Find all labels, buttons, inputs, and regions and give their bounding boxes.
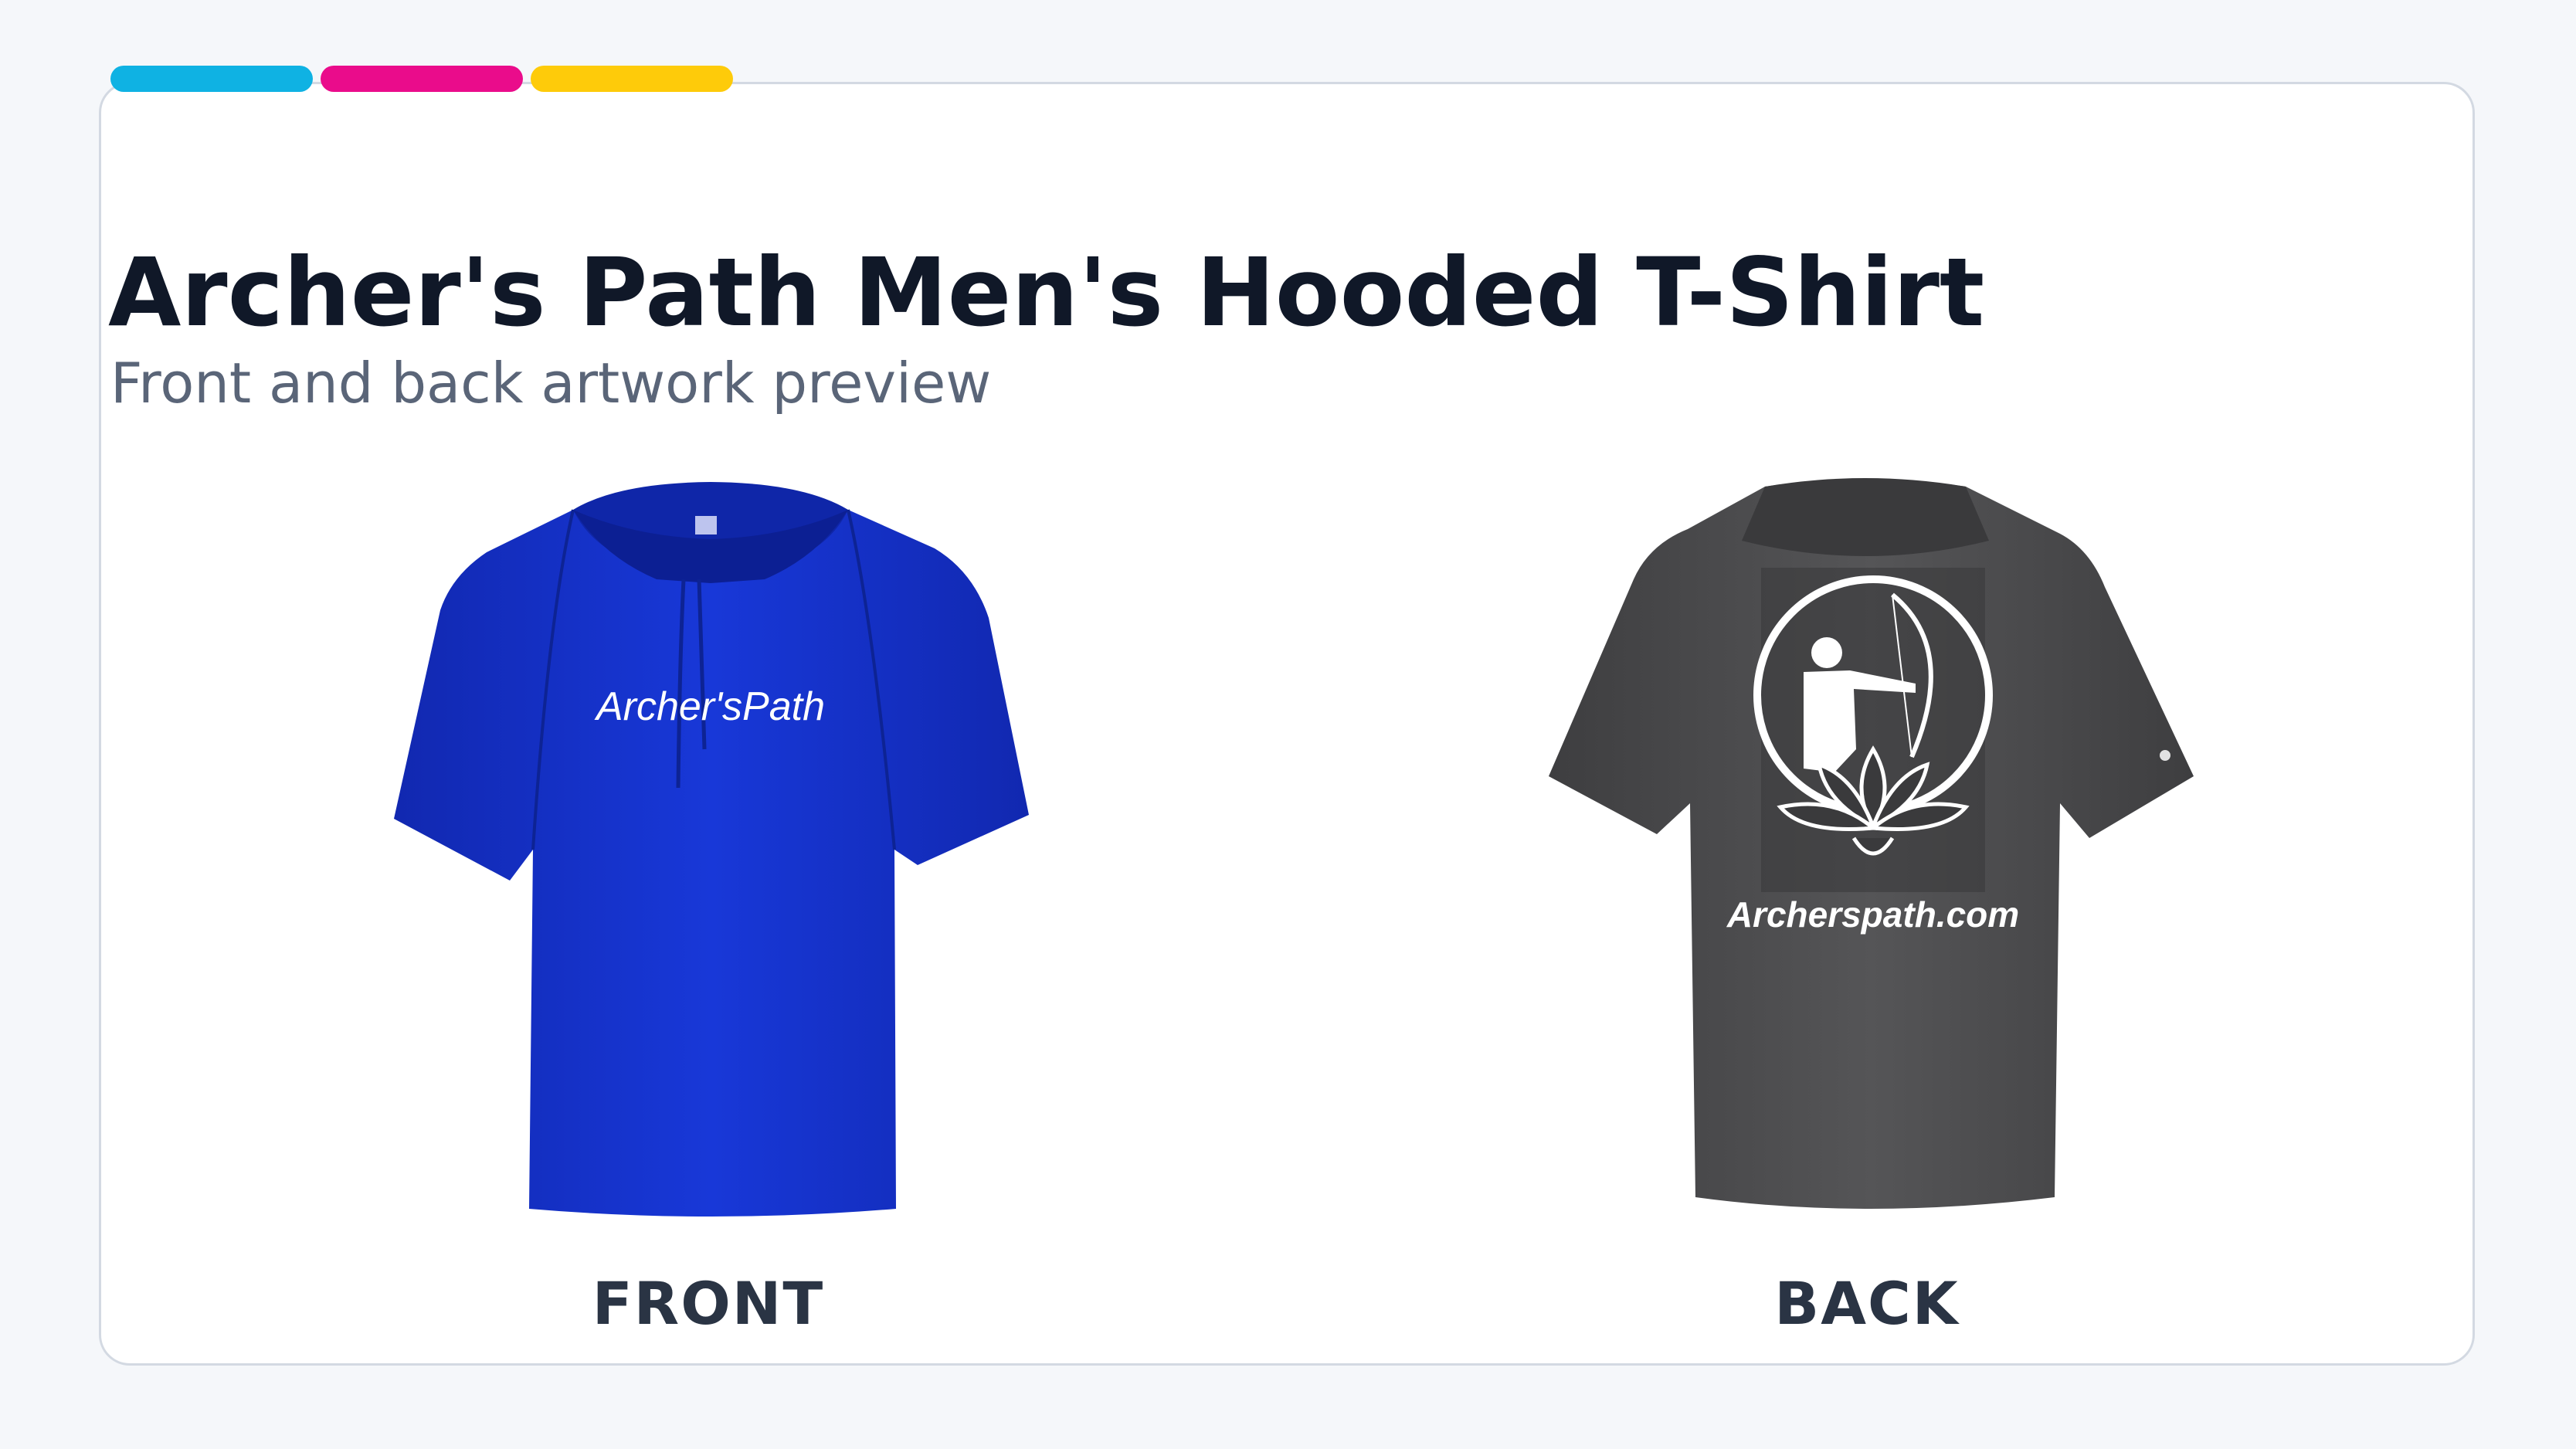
- front-caption: FRONT: [592, 1269, 825, 1338]
- page-title: Archer's Path Men's Hooded T-Shirt: [108, 238, 1985, 348]
- back-shirt-image: Archerspath.com: [1433, 386, 2282, 1236]
- front-shirt-image: Archer'sPath: [294, 386, 1128, 1236]
- accent-bar-cyan: [110, 66, 313, 92]
- accent-bar-magenta: [321, 66, 523, 92]
- front-print-text: Archer'sPath: [594, 684, 825, 729]
- accent-bar-yellow: [531, 66, 733, 92]
- back-print-text: Archerspath.com: [1726, 894, 2019, 935]
- back-caption: BACK: [1774, 1269, 1960, 1338]
- back-shirt-graphic: Archerspath.com: [1549, 478, 2194, 1209]
- front-shirt-graphic: Archer'sPath: [394, 482, 1029, 1217]
- accent-bars: [110, 66, 733, 92]
